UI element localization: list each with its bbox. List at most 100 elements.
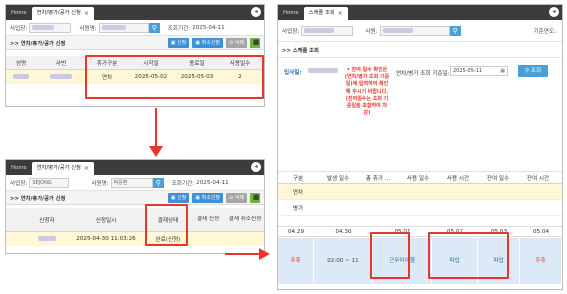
- info-area: 입사일: • 잔여 일수 확인은 (연차/병가 조회 기준일)에 입력하여 확인…: [278, 58, 562, 172]
- highlight-box-leave-details: [85, 55, 264, 99]
- calendar-icon: ▦: [500, 68, 505, 74]
- table-row[interactable]: 연차: [278, 184, 562, 200]
- tab-schedule[interactable]: 스케줄 조회 ×: [303, 7, 348, 20]
- calendar-event[interactable]: 주휴: [278, 237, 314, 284]
- section-header: >> 스케줄 조회: [278, 42, 562, 58]
- query-button[interactable]: ⚲ 조회: [518, 65, 548, 77]
- summary-col: 사용 시간: [446, 175, 470, 182]
- cancel-apply-label: 취소신청: [201, 194, 221, 201]
- tab-bar: Home 스케줄 조회 × ◂: [278, 5, 562, 20]
- summary-header: 구분 발생 일수 총 휴가 ... 사용 일수 사용 시간 잔여 일수 잔여 시간: [278, 172, 562, 184]
- tab-leave-request[interactable]: 연차/병가/공가 신청 ×: [31, 162, 94, 175]
- search-icon[interactable]: ⚲: [148, 22, 160, 33]
- employer-field[interactable]: [29, 22, 72, 33]
- section-title: >> 연차/휴가/공가 신청: [10, 40, 66, 47]
- table-row[interactable]: 2025-04-30 11:03:26 완료(신청): [6, 232, 264, 246]
- col-applicant: 신청자: [39, 217, 55, 224]
- tab-home[interactable]: Home: [6, 162, 32, 175]
- tab-home[interactable]: Home: [6, 7, 32, 20]
- window-control-icon[interactable]: ◂: [251, 7, 261, 17]
- delete-button[interactable]: ⊖ 삭제: [226, 192, 247, 203]
- calendar-date: 05.04: [532, 228, 549, 235]
- filter-form: 사업장: 사원명: ⚲ 조회기간: 2025-04-11: [6, 20, 264, 36]
- tab-bar: Home 연차/병가/공가 신청 × ◂: [6, 5, 264, 20]
- hire-date-label: 입사일:: [284, 70, 302, 76]
- summary-col: 잔여 시간: [526, 175, 550, 182]
- cancel-apply-button[interactable]: ▣ 취소신청: [192, 37, 224, 48]
- employee-label: 사원:: [365, 28, 378, 35]
- summary-col: 총 휴가 ...: [365, 175, 391, 182]
- period-value[interactable]: 2025-04-11: [196, 180, 229, 186]
- calendar-event[interactable]: 02:00 ~ 11: [314, 237, 373, 284]
- calendar-date: 04.29: [287, 228, 304, 235]
- section-header: >> 연차/휴가/공가 신청 ▣ 신청 ▣ 취소신청 ⊖ 삭제 ⬛: [6, 191, 264, 205]
- arrow-right-icon: [225, 248, 270, 260]
- close-icon[interactable]: ×: [84, 7, 89, 20]
- search-icon[interactable]: ⚲: [152, 177, 164, 188]
- highlight-box-not-worked: [370, 232, 410, 279]
- employer-field[interactable]: SEJONG: [29, 177, 70, 188]
- cell-empno: [36, 74, 86, 80]
- col-approval-apply: 결재 신청: [196, 216, 220, 222]
- close-icon[interactable]: ×: [338, 7, 343, 20]
- summary-col: 잔여 일수: [486, 175, 510, 182]
- panel-leave-request-bottom: Home 연차/병가/공가 신청 × ◂ 사업장: SEJONG 사원명: 박윤환…: [5, 159, 265, 254]
- summary-col: 구분: [292, 175, 304, 182]
- window-control-icon[interactable]: ◂: [251, 162, 261, 172]
- row-annual: 연차: [292, 189, 304, 196]
- row-sick: 병가: [292, 205, 304, 212]
- query-date-input[interactable]: 2025-05-11 ▦: [450, 66, 508, 76]
- section-title: >> 스케줄 조회: [282, 47, 319, 54]
- remaining-days-notice: • 잔여 일수 확인은 (연차/병가 조회 기준일)에 입력하여 확인해 주시기…: [344, 67, 390, 117]
- calendar-date-row: 04.29 04.30 05.01 05.02 05.03 05.04: [278, 226, 562, 236]
- tab-leave-request[interactable]: 연차/병가/공가 신청 ×: [31, 7, 94, 20]
- employer-label: 사업장:: [282, 28, 300, 35]
- employee-field[interactable]: 박윤환: [110, 177, 153, 188]
- table-row[interactable]: 병가: [278, 200, 562, 216]
- highlight-box-strike: [428, 232, 509, 279]
- cancel-apply-button[interactable]: ▣ 취소신청: [192, 192, 224, 203]
- calendar-event[interactable]: 주휴: [520, 237, 562, 284]
- base-year-label: 기준연도:: [533, 28, 556, 35]
- employer-label: 사업장:: [10, 25, 28, 32]
- tab-label: 연차/병가/공가 신청: [36, 10, 81, 16]
- excel-icon[interactable]: ⬛: [250, 192, 260, 203]
- employer-field[interactable]: [301, 25, 354, 36]
- delete-button[interactable]: ⊖ 삭제: [226, 37, 247, 48]
- highlight-box-status: [145, 204, 188, 246]
- search-icon[interactable]: ⚲: [449, 25, 461, 36]
- apply-label: 신청: [177, 39, 187, 46]
- delete-label: 삭제: [234, 39, 244, 46]
- summary-col: 발생 일수: [326, 175, 350, 182]
- period-value[interactable]: 2025-04-11: [192, 25, 225, 31]
- section-header: >> 연차/휴가/공가 신청 ▣ 신청 ▣ 취소신청 ⊖ 삭제 ⬛: [6, 36, 264, 50]
- query-button-label: 조회: [530, 68, 542, 74]
- employee-field[interactable]: [98, 22, 149, 33]
- apply-label: 신청: [177, 194, 187, 201]
- col-datetime: 신청일시: [95, 217, 117, 224]
- tab-bar: Home 연차/병가/공가 신청 × ◂: [6, 160, 264, 175]
- summary-col: 사용 일수: [406, 175, 430, 182]
- col-approval-cancel: 결재 취소신청: [228, 216, 262, 222]
- apply-button[interactable]: ▣ 신청: [167, 37, 190, 48]
- col-empno: 사번: [55, 60, 67, 67]
- hire-date-value: [308, 68, 338, 74]
- filter-form: 사업장: 사원: ⚲ 기준연도:: [278, 20, 562, 42]
- delete-label: 삭제: [234, 194, 244, 201]
- employee-label: 사원명:: [91, 180, 109, 187]
- cancel-apply-label: 취소신청: [201, 39, 221, 46]
- cell-applicant: [28, 236, 66, 242]
- close-icon[interactable]: ×: [84, 162, 89, 175]
- period-label: 조회기간:: [167, 25, 191, 32]
- tab-label: 연차/병가/공가 신청: [36, 165, 81, 171]
- excel-icon[interactable]: ⬛: [250, 37, 260, 48]
- employee-field[interactable]: [379, 25, 450, 36]
- col-name: 성명: [15, 60, 27, 67]
- section-title: >> 연차/휴가/공가 신청: [10, 195, 66, 202]
- tab-home[interactable]: Home: [278, 7, 304, 20]
- apply-button[interactable]: ▣ 신청: [167, 192, 190, 203]
- window-control-icon[interactable]: ◂: [549, 7, 559, 17]
- tab-label: 스케줄 조회: [308, 10, 335, 16]
- query-date-value: 2025-05-11: [453, 68, 483, 74]
- employer-label: 사업장:: [10, 180, 28, 187]
